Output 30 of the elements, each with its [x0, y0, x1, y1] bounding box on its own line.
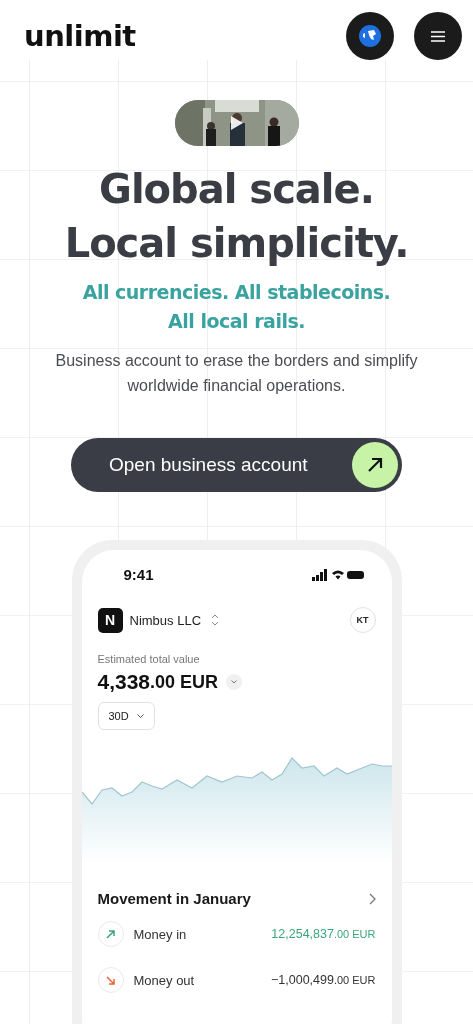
- company-avatar: N: [97, 607, 123, 633]
- movement-amount: 12,254,837: [271, 927, 334, 941]
- movement-currency: .00 EUR: [333, 928, 376, 940]
- movement-amount: −1,000,499: [271, 973, 334, 987]
- company-name[interactable]: Nimbus LLC: [129, 612, 202, 628]
- logo[interactable]: unlimit: [24, 19, 326, 53]
- balance-amount: 4,338: [97, 670, 151, 694]
- chevron-right-icon[interactable]: [368, 892, 376, 905]
- movement-title: Movement in January: [97, 890, 252, 907]
- menu-icon: [431, 30, 445, 42]
- description: Business account to erase the borders and simplify worldwide financial operations.: [54, 351, 419, 396]
- movement-currency: .00 EUR: [333, 974, 376, 986]
- language-button[interactable]: [346, 12, 394, 60]
- balance-currency: .00 EUR: [150, 671, 219, 693]
- open-account-button[interactable]: Open business account: [71, 438, 402, 492]
- headline: Local simplicity.: [64, 219, 409, 268]
- status-time: 9:41: [123, 566, 154, 583]
- chevron-icon: [231, 680, 238, 684]
- status-icons: [311, 568, 364, 581]
- subheadline: All currencies. All stablecoins.: [82, 280, 391, 305]
- subheadline: All local rails.: [167, 309, 306, 334]
- headline: Global scale.: [98, 165, 375, 214]
- movement-label: Money in: [133, 926, 188, 942]
- globe-icon: [359, 25, 381, 47]
- menu-button[interactable]: [414, 12, 462, 60]
- movement-label: Money out: [133, 972, 196, 988]
- period-dropdown[interactable]: 30D: [97, 702, 155, 730]
- balance-label: Estimated total value: [96, 653, 201, 665]
- chevron-icon: [136, 714, 144, 718]
- updown-icon[interactable]: [211, 614, 220, 626]
